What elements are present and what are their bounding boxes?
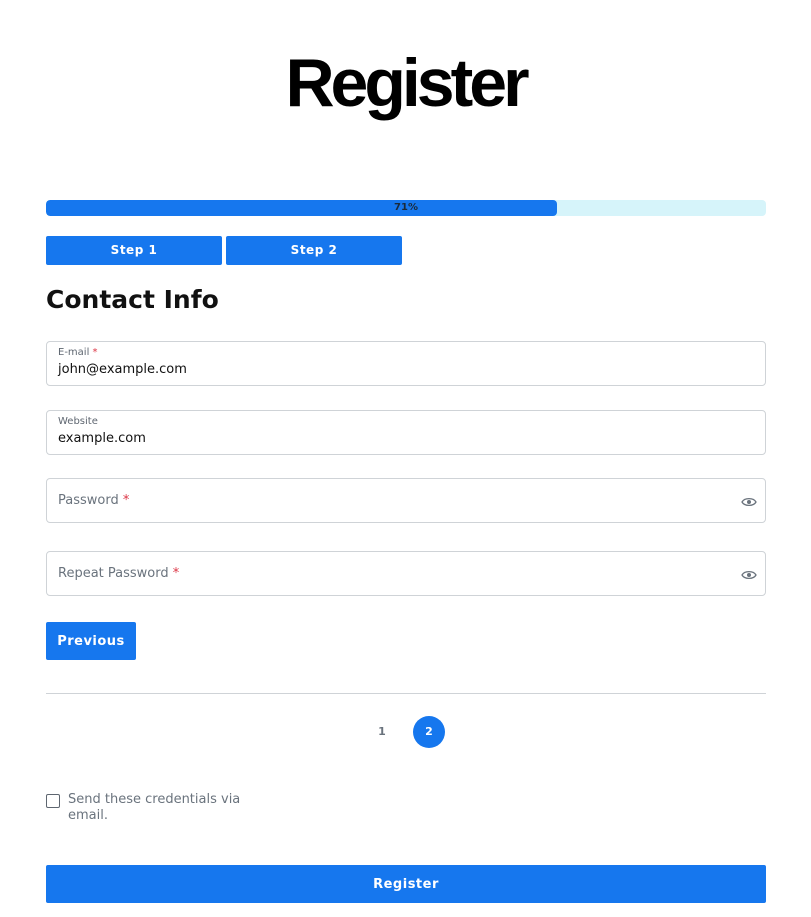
password-field[interactable]: Password * — [46, 478, 766, 523]
website-value: example.com — [58, 431, 146, 446]
register-page: Register 71% Step 1 Step 2 Contact Info … — [0, 0, 811, 917]
required-mark: * — [122, 493, 130, 508]
required-mark: * — [92, 347, 98, 358]
email-label: E-mail * — [58, 347, 98, 358]
section-title: Contact Info — [46, 285, 219, 314]
website-label: Website — [58, 416, 98, 427]
email-field[interactable]: E-mail * john@example.com — [46, 341, 766, 386]
website-field[interactable]: Website example.com — [46, 410, 766, 455]
tab-step-1[interactable]: Step 1 — [46, 236, 222, 265]
eye-icon[interactable] — [741, 567, 757, 581]
page-title: Register — [285, 45, 529, 121]
progress-bar: 71% — [46, 200, 766, 216]
pagination-page-2[interactable]: 2 — [413, 716, 445, 748]
divider — [46, 693, 766, 694]
tab-step-2[interactable]: Step 2 — [226, 236, 402, 265]
previous-button[interactable]: Previous — [46, 622, 136, 660]
register-button[interactable]: Register — [46, 865, 766, 903]
required-mark: * — [172, 566, 180, 581]
email-value: john@example.com — [58, 362, 187, 377]
progress-label: 71% — [394, 202, 418, 213]
password-label: Password * — [58, 493, 130, 508]
repeat-password-field[interactable]: Repeat Password * — [46, 551, 766, 596]
eye-icon[interactable] — [741, 494, 757, 508]
send-credentials-label: Send these credentials via email. — [68, 792, 241, 823]
repeat-password-label: Repeat Password * — [58, 566, 180, 581]
send-credentials-checkbox[interactable] — [46, 794, 60, 808]
pagination-page-1[interactable]: 1 — [366, 716, 398, 748]
